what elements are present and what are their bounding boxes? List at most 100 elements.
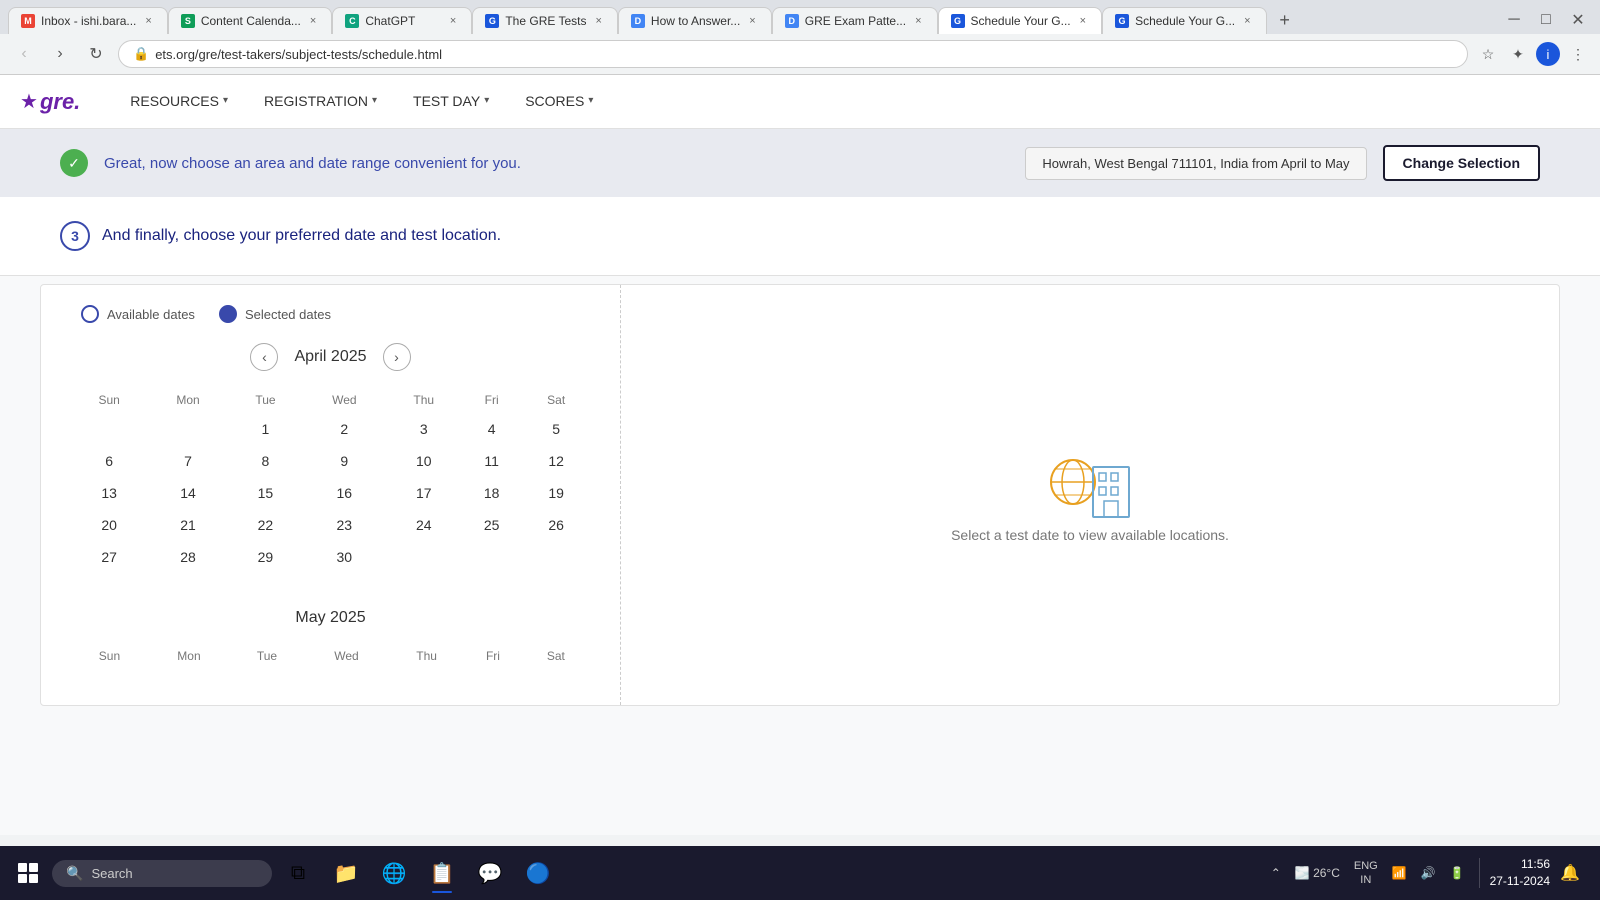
taskbar-office[interactable]: 📋 [420, 851, 464, 895]
date-cell[interactable]: 10 [387, 445, 462, 477]
bookmark-icon[interactable]: ☆ [1476, 42, 1500, 66]
date-cell[interactable]: 23 [302, 509, 386, 541]
taskbar-teams[interactable]: 💬 [468, 851, 512, 895]
date-cell[interactable]: 9 [302, 445, 386, 477]
chevron-down-icon: ▾ [588, 95, 593, 106]
chevron-down-icon: ▾ [484, 95, 489, 106]
date-cell[interactable]: 7 [147, 445, 228, 477]
taskbar-edge[interactable]: 🌐 [372, 851, 416, 895]
date-cell[interactable]: 2 [302, 413, 386, 445]
notification-icon: 🔔 [1560, 865, 1580, 882]
tab-close[interactable]: × [447, 14, 459, 28]
change-selection-button[interactable]: Change Selection [1383, 145, 1540, 181]
april-header: ‹ April 2025 › [71, 343, 590, 371]
tab-gre-pattern[interactable]: D GRE Exam Patte... × [772, 7, 938, 34]
date-cell[interactable]: 13 [71, 477, 147, 509]
nav-resources[interactable]: RESOURCES ▾ [112, 77, 246, 127]
date-cell[interactable]: 1 [229, 413, 302, 445]
start-button[interactable] [8, 853, 48, 893]
nav-test-day[interactable]: TEST DAY ▾ [395, 77, 507, 127]
refresh-button[interactable]: ↻ [82, 40, 110, 68]
taskbar-file-explorer[interactable]: 📁 [324, 851, 368, 895]
system-tray: ⌃ 🌫️ 26°C ENGIN 📶 🔊 🔋 11:56 27-11-2024 🔔 [1259, 856, 1592, 890]
taskbar-chrome[interactable]: 🔵 [516, 851, 560, 895]
date-cell[interactable]: 27 [71, 541, 147, 573]
tab-close[interactable]: × [746, 14, 758, 28]
date-cell[interactable]: 3 [387, 413, 462, 445]
taskbar-search-box[interactable]: 🔍 Search [52, 860, 272, 887]
table-row: 13 14 15 16 17 18 19 [71, 477, 590, 509]
tab-gmail[interactable]: M Inbox - ishi.bara... × [8, 7, 168, 34]
date-cell[interactable]: 14 [147, 477, 228, 509]
selected-dot [219, 305, 237, 323]
date-cell[interactable]: 8 [229, 445, 302, 477]
tab-schedule1[interactable]: G Schedule Your G... × [938, 7, 1103, 34]
gre-logo[interactable]: ★ gre. [20, 89, 80, 115]
date-cell[interactable]: 25 [461, 509, 522, 541]
tray-battery[interactable]: 🔋 [1446, 864, 1469, 882]
tab-schedule2[interactable]: G Schedule Your G... × [1102, 7, 1267, 34]
active-indicator [432, 891, 452, 893]
logo-text: gre. [40, 89, 80, 115]
date-cell[interactable]: 12 [522, 445, 590, 477]
tab-close[interactable]: × [912, 14, 924, 28]
nav-registration[interactable]: REGISTRATION ▾ [246, 77, 395, 127]
office-icon: 📋 [430, 861, 455, 886]
date-cell[interactable]: 26 [522, 509, 590, 541]
tray-notification[interactable]: 🔔 [1556, 861, 1584, 885]
tray-language[interactable]: ENGIN [1350, 857, 1382, 890]
day-fri: Fri [464, 643, 522, 669]
tab-close[interactable]: × [307, 14, 319, 28]
gre-pattern-favicon: D [785, 14, 799, 28]
maximize-button[interactable]: □ [1532, 6, 1560, 34]
tab-chatgpt[interactable]: C ChatGPT × [332, 7, 472, 34]
more-icon[interactable]: ⋮ [1566, 42, 1590, 66]
tab-close[interactable]: × [592, 14, 604, 28]
address-bar[interactable]: 🔒 ets.org/gre/test-takers/subject-tests/… [118, 40, 1468, 68]
weather-widget[interactable]: 🌫️ 26°C [1291, 864, 1344, 882]
tab-close[interactable]: × [1077, 14, 1089, 28]
date-cell[interactable]: 11 [461, 445, 522, 477]
schedule2-favicon: G [1115, 14, 1129, 28]
clock-widget[interactable]: 11:56 27-11-2024 [1490, 856, 1551, 890]
forward-button[interactable]: › [46, 40, 74, 68]
date-cell[interactable]: 21 [147, 509, 228, 541]
extension-icon[interactable]: ✦ [1506, 42, 1530, 66]
date-cell[interactable]: 17 [387, 477, 462, 509]
tab-how-to[interactable]: D How to Answer... × [618, 7, 772, 34]
minimize-button[interactable]: ─ [1500, 6, 1528, 34]
next-month-button[interactable]: › [383, 343, 411, 371]
taskbar-search-icon: 🔍 [66, 865, 83, 882]
day-sat: Sat [522, 387, 590, 413]
tab-gre-tests[interactable]: G The GRE Tests × [472, 7, 618, 34]
taskbar-task-view[interactable]: ⧉ [276, 851, 320, 895]
date-cell[interactable]: 19 [522, 477, 590, 509]
tray-hidden-icons[interactable]: ⌃ [1267, 864, 1285, 882]
tray-volume[interactable]: 🔊 [1417, 864, 1440, 882]
date-cell[interactable]: 5 [522, 413, 590, 445]
tab-sheets[interactable]: S Content Calenda... × [168, 7, 333, 34]
date-cell[interactable]: 20 [71, 509, 147, 541]
date-cell[interactable]: 22 [229, 509, 302, 541]
close-browser-button[interactable]: ✕ [1564, 6, 1592, 34]
date-cell[interactable]: 4 [461, 413, 522, 445]
profile-icon[interactable]: i [1536, 42, 1560, 66]
date-cell[interactable]: 24 [387, 509, 462, 541]
nav-scores[interactable]: SCORES ▾ [507, 77, 611, 127]
date-cell[interactable]: 15 [229, 477, 302, 509]
tab-bar: M Inbox - ishi.bara... × S Content Calen… [0, 0, 1600, 34]
prev-month-button[interactable]: ‹ [250, 343, 278, 371]
date-cell[interactable]: 28 [147, 541, 228, 573]
date-cell[interactable]: 6 [71, 445, 147, 477]
april-grid: Sun Mon Tue Wed Thu Fri Sat [71, 387, 590, 573]
new-tab-button[interactable]: + [1271, 6, 1299, 34]
date-cell[interactable]: 30 [302, 541, 386, 573]
date-cell[interactable]: 29 [229, 541, 302, 573]
day-thu: Thu [387, 387, 462, 413]
date-cell[interactable]: 18 [461, 477, 522, 509]
tab-close[interactable]: × [1241, 14, 1253, 28]
tray-wifi[interactable]: 📶 [1388, 864, 1411, 882]
back-button[interactable]: ‹ [10, 40, 38, 68]
tab-close[interactable]: × [142, 14, 154, 28]
date-cell[interactable]: 16 [302, 477, 386, 509]
